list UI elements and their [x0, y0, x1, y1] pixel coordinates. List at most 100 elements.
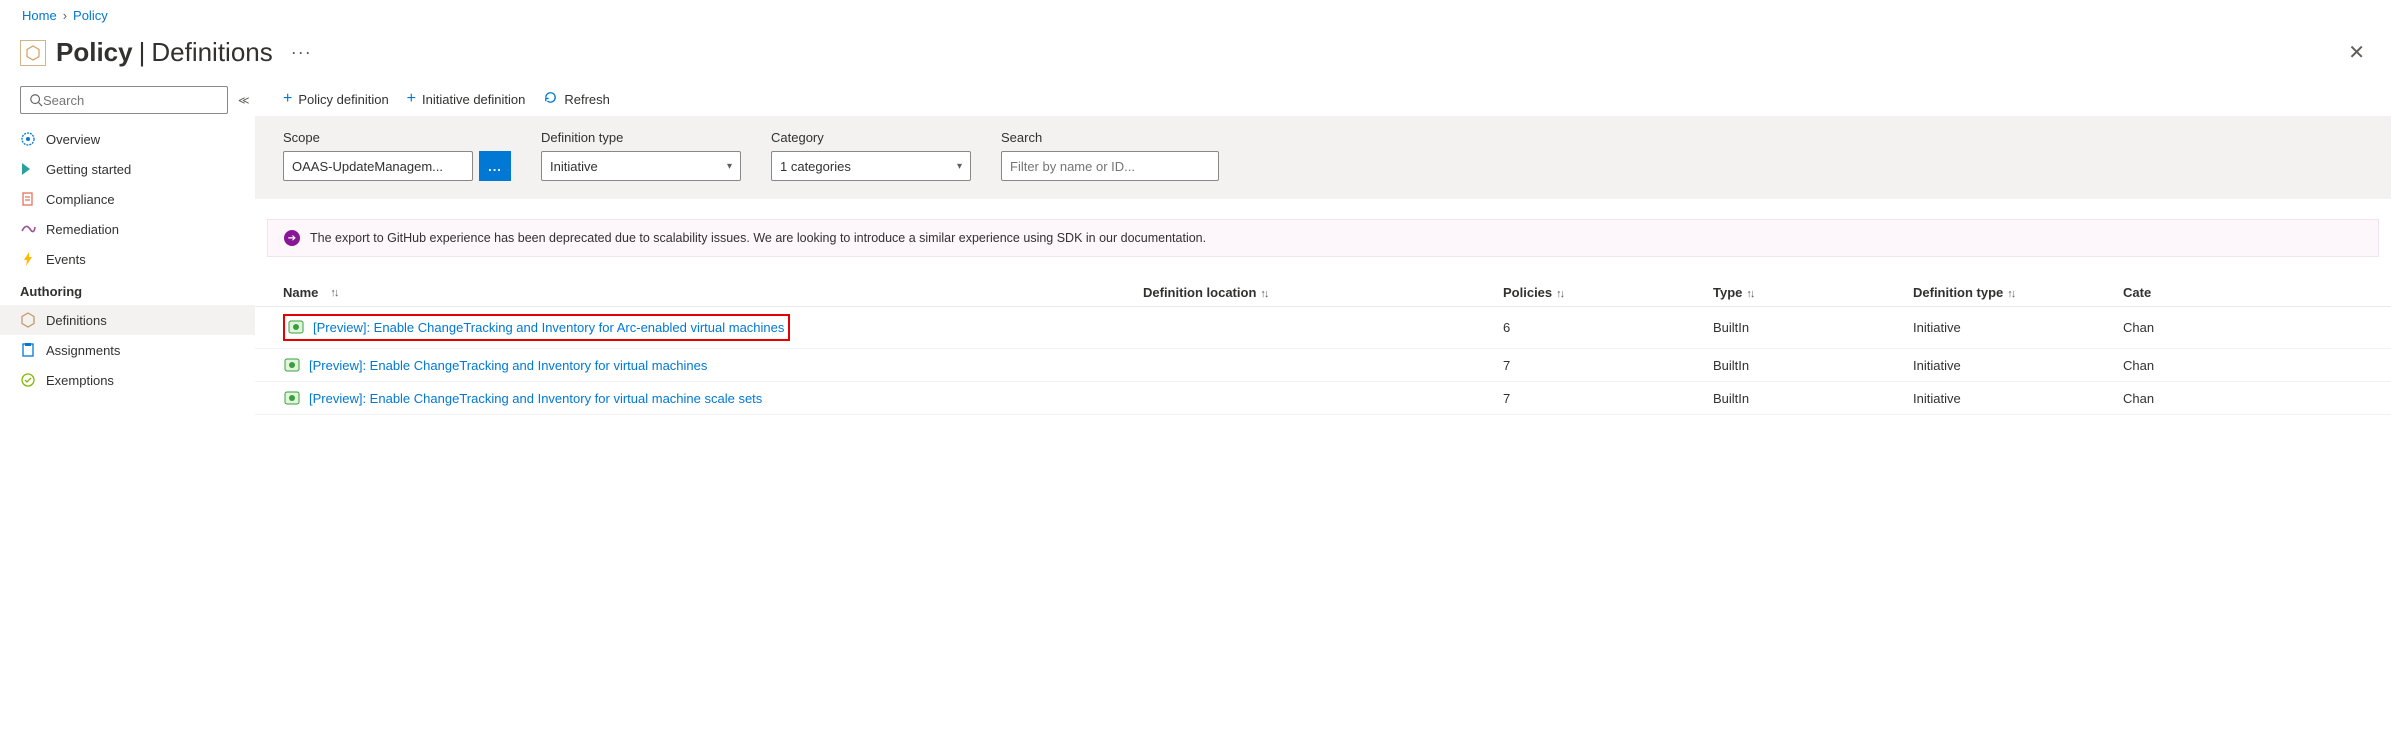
row-deftype: Initiative	[1913, 358, 2123, 373]
sidebar-item-overview[interactable]: Overview	[0, 124, 255, 154]
scope-input[interactable]: OAAS-UpdateManagem...	[283, 151, 473, 181]
page-title-light: Definitions	[151, 37, 272, 68]
collapse-sidebar-icon[interactable]: ≪	[238, 94, 250, 107]
sort-icon: ↑↓	[1260, 288, 1267, 300]
select-value: Initiative	[550, 159, 598, 174]
toolbar: + Policy definition + Initiative definit…	[255, 82, 2391, 116]
filter-search: Search	[1001, 130, 1219, 181]
sidebar-item-label: Compliance	[46, 192, 235, 207]
sort-icon: ↑↓	[330, 287, 337, 299]
sidebar-item-compliance[interactable]: Compliance	[0, 184, 255, 214]
sidebar-item-label: Exemptions	[46, 373, 235, 388]
definition-type-select[interactable]: Initiative ▾	[541, 151, 741, 181]
table-row[interactable]: [Preview]: Enable ChangeTracking and Inv…	[255, 349, 2391, 382]
add-initiative-definition-button[interactable]: + Initiative definition	[407, 90, 526, 108]
initiative-icon	[287, 318, 305, 336]
row-name-link[interactable]: [Preview]: Enable ChangeTracking and Inv…	[309, 358, 707, 373]
sidebar-item-getting-started[interactable]: Getting started	[0, 154, 255, 184]
filter-label: Scope	[283, 130, 511, 145]
plus-icon: +	[283, 90, 292, 108]
filter-label: Definition type	[541, 130, 741, 145]
col-header-deftype[interactable]: Definition type↑↓	[1913, 285, 2123, 300]
sidebar-section-authoring: Authoring	[0, 274, 255, 305]
page-header: Policy | Definitions ··· ✕	[0, 31, 2391, 82]
page-title-sep: |	[139, 37, 146, 68]
filter-category: Category 1 categories ▾	[771, 130, 971, 181]
definitions-icon	[20, 312, 36, 328]
banner-text: The export to GitHub experience has been…	[310, 231, 1206, 245]
remediation-icon	[20, 221, 36, 237]
row-deftype: Initiative	[1913, 320, 2123, 335]
sidebar-item-assignments[interactable]: Assignments	[0, 335, 255, 365]
breadcrumb-home[interactable]: Home	[22, 8, 57, 23]
sidebar-search-input[interactable]	[43, 93, 219, 108]
table-header-row: Name↑↓ Definition location↑↓ Policies↑↓ …	[255, 279, 2391, 307]
sort-icon: ↑↓	[1746, 288, 1753, 300]
deprecation-banner: ➔ The export to GitHub experience has be…	[267, 219, 2379, 257]
row-type: BuiltIn	[1713, 391, 1913, 406]
row-type: BuiltIn	[1713, 320, 1913, 335]
table-row[interactable]: [Preview]: Enable ChangeTracking and Inv…	[255, 307, 2391, 349]
sidebar-item-label: Overview	[46, 132, 235, 147]
definitions-table: Name↑↓ Definition location↑↓ Policies↑↓ …	[255, 279, 2391, 415]
highlighted-row-box: [Preview]: Enable ChangeTracking and Inv…	[283, 314, 790, 341]
filter-label: Search	[1001, 130, 1219, 145]
row-category: Chan	[2123, 391, 2363, 406]
exemptions-icon	[20, 372, 36, 388]
scope-value: OAAS-UpdateManagem...	[292, 159, 443, 174]
col-header-policies[interactable]: Policies↑↓	[1503, 285, 1713, 300]
plus-icon: +	[407, 90, 416, 108]
refresh-button[interactable]: Refresh	[543, 90, 610, 108]
info-icon: ➔	[284, 230, 300, 246]
filter-definition-type: Definition type Initiative ▾	[541, 130, 741, 181]
col-header-location[interactable]: Definition location↑↓	[1143, 285, 1503, 300]
sidebar-item-label: Definitions	[46, 313, 235, 328]
col-header-category[interactable]: Cate	[2123, 285, 2363, 300]
sidebar: ≪ Overview Getting started Compliance Re…	[0, 82, 255, 415]
search-filter[interactable]	[1001, 151, 1219, 181]
sidebar-item-events[interactable]: Events	[0, 244, 255, 274]
sidebar-item-label: Assignments	[46, 343, 235, 358]
sidebar-item-label: Remediation	[46, 222, 235, 237]
policy-page-icon	[20, 40, 46, 66]
add-policy-definition-button[interactable]: + Policy definition	[283, 90, 389, 108]
sidebar-search[interactable]	[20, 86, 228, 114]
col-header-name[interactable]: Name↑↓	[283, 285, 1143, 300]
toolbar-label: Initiative definition	[422, 92, 525, 107]
breadcrumb: Home › Policy	[0, 0, 2391, 31]
row-name-link[interactable]: [Preview]: Enable ChangeTracking and Inv…	[313, 320, 784, 335]
sort-icon: ↑↓	[1556, 288, 1563, 300]
more-button[interactable]: ···	[291, 42, 312, 63]
table-row[interactable]: [Preview]: Enable ChangeTracking and Inv…	[255, 382, 2391, 415]
breadcrumb-sep-icon: ›	[63, 8, 67, 23]
category-select[interactable]: 1 categories ▾	[771, 151, 971, 181]
sidebar-item-remediation[interactable]: Remediation	[0, 214, 255, 244]
col-header-type[interactable]: Type↑↓	[1713, 285, 1913, 300]
row-policies: 6	[1503, 320, 1713, 335]
refresh-icon	[543, 90, 558, 108]
initiative-icon	[283, 389, 301, 407]
getting-started-icon	[20, 161, 36, 177]
toolbar-label: Policy definition	[298, 92, 388, 107]
sidebar-item-label: Events	[46, 252, 235, 267]
chevron-down-icon: ▾	[957, 161, 962, 172]
breadcrumb-policy[interactable]: Policy	[73, 8, 108, 23]
sort-icon: ↑↓	[2007, 288, 2014, 300]
row-type: BuiltIn	[1713, 358, 1913, 373]
main-content: + Policy definition + Initiative definit…	[255, 82, 2391, 415]
events-icon	[20, 251, 36, 267]
filter-label: Category	[771, 130, 971, 145]
search-filter-input[interactable]	[1010, 159, 1210, 174]
filter-scope: Scope OAAS-UpdateManagem... ...	[283, 130, 511, 181]
row-name-link[interactable]: [Preview]: Enable ChangeTracking and Inv…	[309, 391, 762, 406]
toolbar-label: Refresh	[564, 92, 610, 107]
filter-bar: Scope OAAS-UpdateManagem... ... Definiti…	[255, 116, 2391, 199]
chevron-down-icon: ▾	[727, 161, 732, 172]
sidebar-item-exemptions[interactable]: Exemptions	[0, 365, 255, 395]
close-button[interactable]: ✕	[2342, 40, 2371, 65]
sidebar-item-definitions[interactable]: Definitions	[0, 305, 255, 335]
sidebar-item-label: Getting started	[46, 162, 235, 177]
search-icon	[29, 93, 43, 107]
scope-picker-button[interactable]: ...	[479, 151, 511, 181]
page-title: Policy | Definitions	[56, 37, 273, 68]
